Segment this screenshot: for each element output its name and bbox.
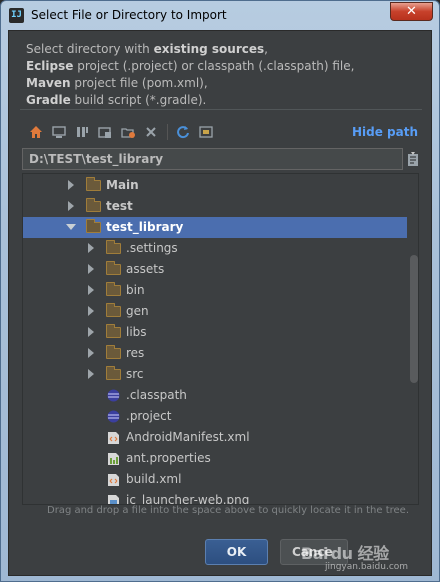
- desc-line1-bold: existing sources: [153, 42, 265, 56]
- tree-row[interactable]: res: [23, 343, 407, 364]
- window-title: Select File or Directory to Import: [31, 8, 227, 22]
- tree-row-label: build.xml: [126, 472, 182, 486]
- tree-row[interactable]: ic_launcher-web.png: [23, 490, 407, 505]
- tree-row[interactable]: .settings: [23, 238, 407, 259]
- new-folder-icon[interactable]: [119, 123, 137, 141]
- tree-row-label: test: [106, 199, 133, 213]
- collapse-arrow-icon[interactable]: [68, 201, 74, 211]
- folder-icon: [106, 240, 121, 254]
- folder-icon: [86, 177, 101, 191]
- collapse-arrow-icon[interactable]: [88, 327, 94, 337]
- collapse-arrow-icon[interactable]: [68, 180, 74, 190]
- desc-line2-text: project (.project) or classpath (.classp…: [73, 59, 355, 73]
- baidu-watermark: Bai du 经验: [301, 544, 389, 563]
- tree-row-label: gen: [126, 304, 149, 318]
- tree-row-label: assets: [126, 262, 165, 276]
- xml-file-icon: [107, 431, 120, 445]
- image-file-icon: [107, 494, 120, 504]
- drag-drop-hint: Drag and drop a file into the space abov…: [47, 505, 410, 516]
- tree-row-label: .project: [126, 409, 172, 423]
- collapse-arrow-icon[interactable]: [88, 243, 94, 253]
- tree-row-label: .classpath: [126, 388, 187, 402]
- expand-arrow-icon[interactable]: [66, 224, 76, 230]
- eclipse-file-icon: [107, 410, 120, 424]
- collapse-arrow-icon[interactable]: [88, 306, 94, 316]
- file-tree[interactable]: Main test test_library .settings assets bin ge…: [22, 173, 419, 505]
- dialog-window: IJ Select File or Directory to Import ✕ …: [0, 0, 440, 582]
- tree-row[interactable]: src: [23, 364, 407, 385]
- desc-line3-text: project file (pom.xml),: [70, 76, 208, 90]
- delete-icon[interactable]: [142, 123, 160, 141]
- collapse-arrow-icon[interactable]: [88, 348, 94, 358]
- desc-line3-bold: Maven: [26, 76, 71, 90]
- project-icon[interactable]: [73, 123, 91, 141]
- folder-icon: [106, 366, 121, 380]
- folder-icon: [106, 303, 121, 317]
- eclipse-file-icon: [107, 389, 120, 403]
- hide-path-link[interactable]: Hide path: [352, 125, 418, 139]
- description-text: Select directory with existing sources, …: [26, 41, 354, 109]
- folder-icon: [86, 219, 101, 233]
- tree-row-label: res: [126, 346, 145, 360]
- folder-icon: [106, 345, 121, 359]
- tree-row-label: Main: [106, 178, 139, 192]
- top-separator: [20, 109, 422, 110]
- tree-row[interactable]: libs: [23, 322, 407, 343]
- tree-row-label: bin: [126, 283, 145, 297]
- tree-row[interactable]: test: [23, 196, 407, 217]
- folder-icon: [106, 261, 121, 275]
- toolbar-separator: [167, 124, 168, 140]
- tree-row[interactable]: test_library: [23, 217, 407, 238]
- tree-row-label: AndroidManifest.xml: [126, 430, 250, 444]
- show-hidden-icon[interactable]: [197, 123, 215, 141]
- tree-row-label: libs: [126, 325, 147, 339]
- refresh-icon[interactable]: [174, 123, 192, 141]
- collapse-arrow-icon[interactable]: [88, 264, 94, 274]
- tree-scrollbar[interactable]: [410, 255, 418, 383]
- path-history-icon[interactable]: [407, 151, 419, 167]
- desc-line2-bold: Eclipse: [26, 59, 74, 73]
- desc-line4-bold: Gradle: [26, 93, 71, 107]
- tree-row-label: test_library: [106, 220, 184, 234]
- intellij-app-icon: IJ: [9, 8, 24, 23]
- tree-row[interactable]: gen: [23, 301, 407, 322]
- tree-row[interactable]: assets: [23, 259, 407, 280]
- collapse-arrow-icon[interactable]: [88, 369, 94, 379]
- desc-line1-text: Select directory with: [26, 42, 154, 56]
- tree-row[interactable]: ant.properties: [23, 448, 407, 469]
- tree-row[interactable]: bin: [23, 280, 407, 301]
- folder-icon: [106, 324, 121, 338]
- tree-row[interactable]: build.xml: [23, 469, 407, 490]
- ok-button[interactable]: OK: [205, 539, 268, 565]
- desc-line4-text: build script (*.gradle).: [70, 93, 207, 107]
- tree-row-label: ic_launcher-web.png: [126, 493, 250, 505]
- desc-line1-post: ,: [264, 42, 268, 56]
- module-icon[interactable]: [96, 123, 114, 141]
- folder-icon: [106, 282, 121, 296]
- watermark-url: jingyan.baidu.com: [325, 562, 409, 572]
- tree-row-label: src: [126, 367, 144, 381]
- folder-icon: [86, 198, 101, 212]
- path-input[interactable]: D:\TEST\test_library: [22, 148, 403, 170]
- toolbar: [27, 123, 220, 141]
- collapse-arrow-icon[interactable]: [88, 285, 94, 295]
- xml-file-icon: [107, 473, 120, 487]
- tree-row-label: .settings: [126, 241, 178, 255]
- tree-row[interactable]: .classpath: [23, 385, 407, 406]
- properties-file-icon: [107, 452, 120, 466]
- title-bar[interactable]: IJ Select File or Directory to Import ✕: [1, 1, 439, 29]
- tree-row[interactable]: .project: [23, 406, 407, 427]
- tree-row[interactable]: Main: [23, 175, 407, 196]
- tree-row-label: ant.properties: [126, 451, 211, 465]
- close-button[interactable]: ✕: [390, 2, 433, 21]
- desktop-icon[interactable]: [50, 123, 68, 141]
- tree-row[interactable]: AndroidManifest.xml: [23, 427, 407, 448]
- home-icon[interactable]: [27, 123, 45, 141]
